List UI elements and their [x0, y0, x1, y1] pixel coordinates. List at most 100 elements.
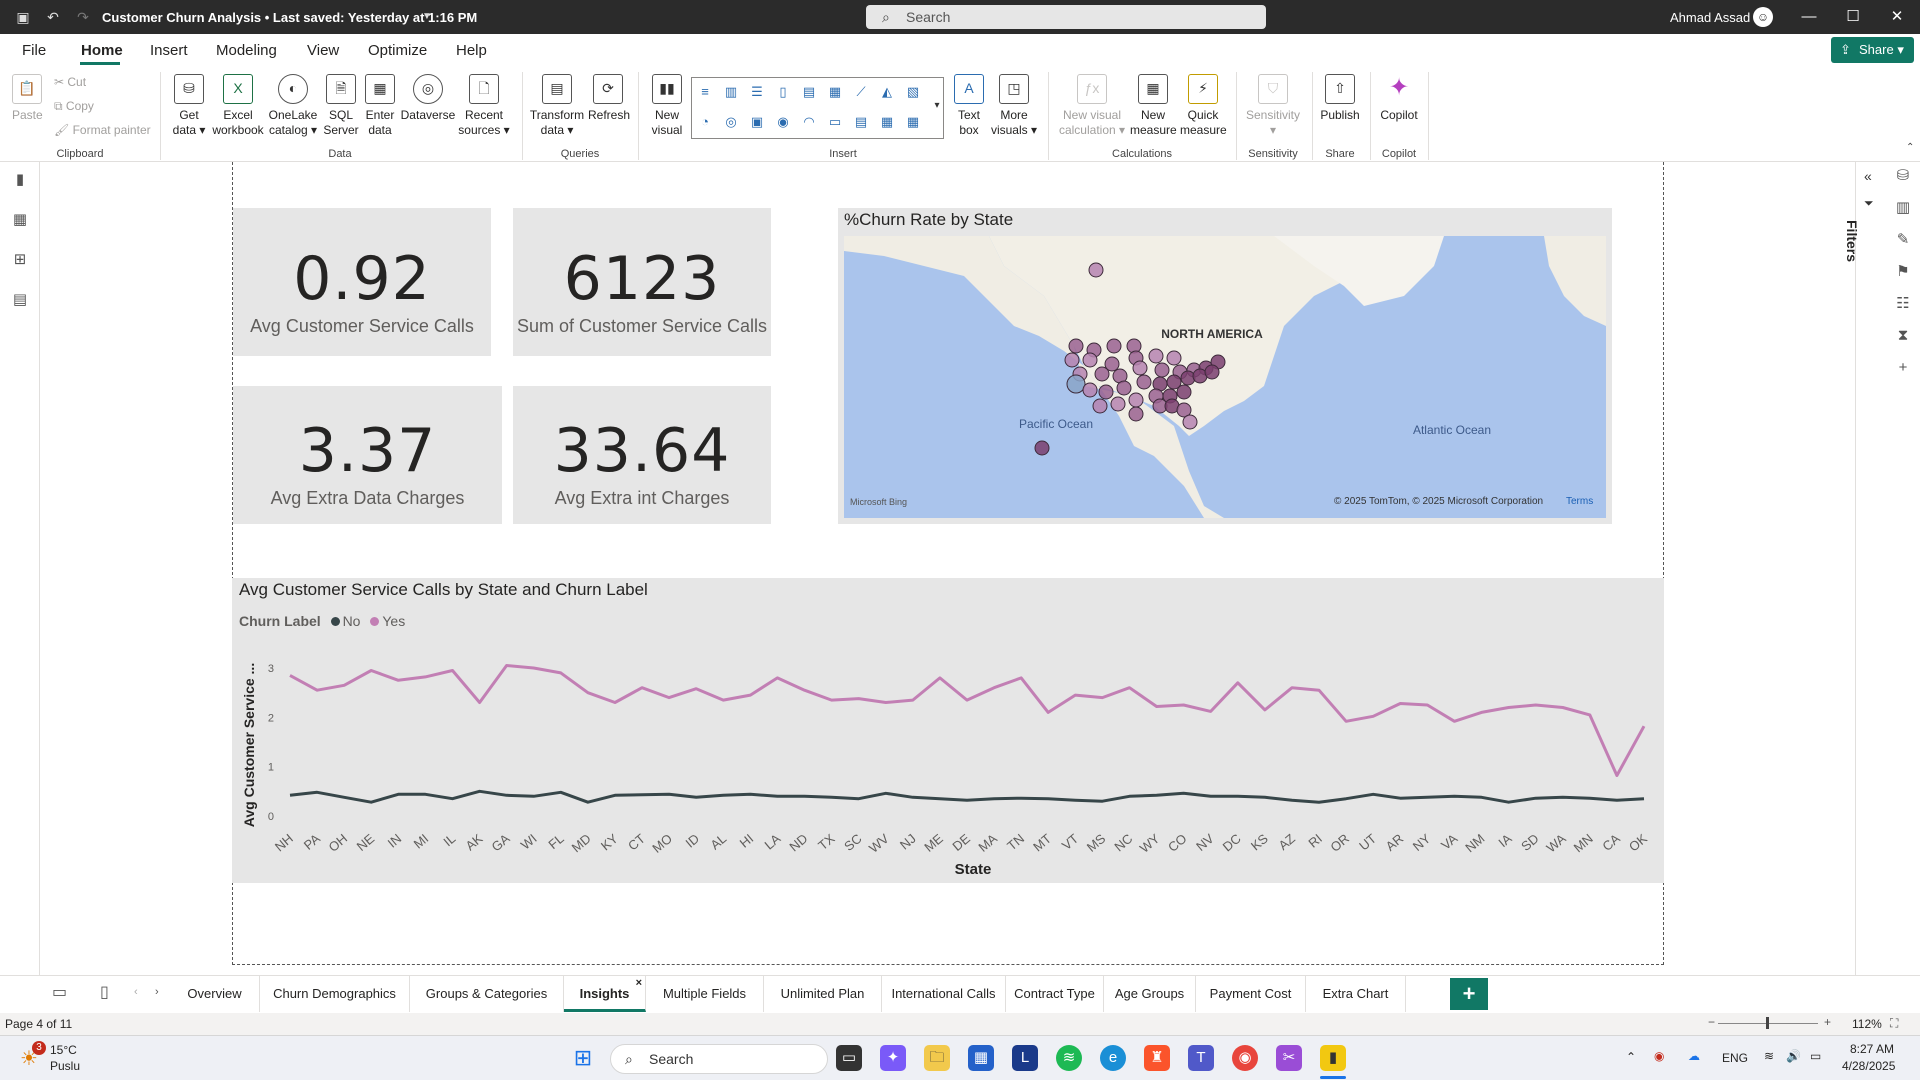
report-view-icon[interactable]: ▮ [10, 170, 30, 190]
state-bubble[interactable] [1128, 406, 1144, 422]
share-button[interactable]: ⇪ Share ▾ [1831, 37, 1914, 63]
microsoft-store-icon[interactable]: ▦ [968, 1045, 994, 1071]
state-bubble[interactable] [1092, 398, 1108, 414]
state-bubble[interactable] [1106, 338, 1122, 354]
zoom-in-icon[interactable]: + [1824, 1015, 1831, 1029]
state-bubble[interactable] [1154, 362, 1170, 378]
dax-query-view-icon[interactable]: ▤ [10, 290, 30, 310]
state-bubble[interactable] [1204, 364, 1220, 380]
vpn-icon[interactable]: ◉ [1654, 1049, 1664, 1063]
menu-tab-file[interactable]: File [22, 42, 46, 59]
table-visual-icon[interactable]: ▦ [878, 114, 896, 130]
page-tab[interactable]: Multiple Fields [646, 976, 764, 1012]
scroll-right-icon[interactable]: › [155, 986, 159, 998]
series-line-no[interactable] [289, 789, 1645, 804]
tray-overflow-icon[interactable]: ⌃ [1626, 1050, 1636, 1064]
state-bubble[interactable] [1088, 262, 1104, 278]
spotify-icon[interactable]: ≋ [1056, 1045, 1082, 1071]
state-bubble[interactable] [1116, 380, 1132, 396]
menu-tab-view[interactable]: View [307, 42, 339, 59]
format-pane-icon[interactable]: ✎ [1893, 230, 1913, 250]
new-measure-button[interactable]: ▦ New measure [1130, 74, 1177, 138]
file-explorer-icon[interactable]: 🗀 [924, 1045, 950, 1071]
menu-tab-optimize[interactable]: Optimize [368, 42, 427, 59]
line-chart-visual[interactable]: Avg Customer Service Calls by State and … [232, 578, 1664, 883]
format-painter-button[interactable]: 🖌 Format painter [54, 123, 151, 137]
expand-filters-icon[interactable]: « [1864, 168, 1872, 184]
quick-measure-button[interactable]: ⚡ Quick measure [1180, 74, 1227, 138]
state-bubble[interactable] [1082, 352, 1098, 368]
churn-map-visual[interactable]: %Churn Rate by State NORTH AMERICA Pacif… [838, 208, 1612, 524]
zoom-level[interactable]: 112% [1852, 1017, 1882, 1031]
refresh-button[interactable]: ⟳ Refresh [588, 74, 630, 123]
line-chart-icon[interactable]: ⟋ [852, 84, 870, 100]
series-line-yes[interactable] [289, 664, 1646, 777]
get-data-button[interactable]: ⛁ Get data ▾ [168, 74, 210, 138]
page-tab[interactable]: Overview [170, 976, 260, 1012]
gallery-expand-icon[interactable]: ▾ [928, 98, 946, 114]
title-dropdown-icon[interactable]: ▼ [418, 8, 436, 26]
dataverse-button[interactable]: ◎ Dataverse [400, 74, 456, 123]
more-visuals-button[interactable]: ◳ More visuals ▾ [990, 74, 1038, 138]
new-visual-button[interactable]: ▮▮ New visual [648, 74, 686, 138]
page-tab[interactable]: Churn Demographics [260, 976, 410, 1012]
user-avatar-icon[interactable]: ☺ [1753, 7, 1773, 27]
state-bubble[interactable] [1182, 414, 1198, 430]
l-app-icon[interactable]: L [1012, 1045, 1038, 1071]
copy-button[interactable]: ⧉ Copy [54, 99, 94, 114]
state-bubble[interactable] [1136, 374, 1152, 390]
ribbon-chart-icon[interactable]: ▧ [904, 84, 922, 100]
100-column-icon[interactable]: ▦ [826, 84, 844, 100]
clock-date[interactable]: 4/28/2025 [1842, 1059, 1895, 1073]
model-view-icon[interactable]: ⊞ [10, 250, 30, 270]
snipping-tool-icon[interactable]: ✂ [1276, 1045, 1302, 1071]
100-bar-icon[interactable]: ▤ [800, 84, 818, 100]
map-terms-link[interactable]: Terms [1566, 496, 1593, 507]
taskbar-search[interactable]: ⌕ Search [610, 1044, 828, 1074]
close-icon[interactable]: ✕ [1882, 6, 1912, 28]
kpi-card-avg-service-calls[interactable]: 0.92 Avg Customer Service Calls [233, 208, 491, 356]
recent-sources-button[interactable]: 🗋 Recent sources ▾ [458, 74, 510, 138]
state-bubble[interactable] [1094, 366, 1110, 382]
treemap-icon[interactable]: ▣ [748, 114, 766, 130]
collapse-ribbon-icon[interactable]: ⌃ [1906, 142, 1914, 153]
donut-chart-icon[interactable]: ◎ [722, 114, 740, 130]
sql-server-button[interactable]: 🗎 SQL Server [322, 74, 360, 138]
table-view-icon[interactable]: ▦ [10, 210, 30, 230]
page-tab[interactable]: Groups & Categories [410, 976, 564, 1012]
close-tab-icon[interactable]: × [636, 976, 642, 990]
wifi-icon[interactable]: ≋ [1764, 1049, 1774, 1063]
page-tab[interactable]: Contract Type [1006, 976, 1104, 1012]
page-tab[interactable]: Unlimited Plan [764, 976, 882, 1012]
performance-analyzer-icon[interactable]: ⧗ [1893, 326, 1913, 346]
state-bubble[interactable] [1066, 374, 1086, 394]
kpi-icon[interactable]: ▤ [852, 114, 870, 130]
kpi-card-avg-extra-int[interactable]: 33.64 Avg Extra int Charges [513, 386, 771, 524]
menu-tab-home[interactable]: Home [81, 42, 123, 59]
transform-data-button[interactable]: ▤ Transform data ▾ [528, 74, 586, 138]
map-area[interactable]: NORTH AMERICA Pacific Ocean Atlantic Oce… [844, 236, 1606, 518]
scroll-left-icon[interactable]: ‹ [134, 986, 138, 998]
clustered-bar-icon[interactable]: ☰ [748, 84, 766, 100]
selection-pane-icon[interactable]: ☷ [1893, 294, 1913, 314]
cut-button[interactable]: ✂ Cut [54, 75, 86, 89]
user-name[interactable]: Ahmad Assad [1670, 10, 1750, 25]
teams-icon[interactable]: T [1188, 1045, 1214, 1071]
page-tab[interactable]: Extra Chart [1306, 976, 1406, 1012]
card-icon[interactable]: ▭ [826, 114, 844, 130]
state-bubble[interactable] [1166, 350, 1182, 366]
copilot-app-icon[interactable]: ✦ [880, 1045, 906, 1071]
publish-button[interactable]: ⇧ Publish [1318, 74, 1362, 123]
state-bubble[interactable] [1148, 348, 1164, 364]
filters-label[interactable]: Filters [1844, 220, 1860, 262]
menu-tab-modeling[interactable]: Modeling [216, 42, 277, 59]
task-view-icon[interactable]: ▭ [836, 1045, 862, 1071]
visualizations-pane-icon[interactable]: ▥ [1893, 198, 1913, 218]
zoom-slider-thumb[interactable] [1766, 1017, 1769, 1029]
excel-workbook-button[interactable]: X Excel workbook [210, 74, 266, 138]
fit-to-page-icon[interactable]: ⛶ [1890, 1016, 1898, 1031]
battery-icon[interactable]: ▭ [1810, 1049, 1821, 1063]
state-bubble[interactable] [1034, 440, 1050, 456]
filters-pane[interactable]: « ⏷ [1855, 162, 1885, 975]
save-icon[interactable]: ▣ [14, 8, 32, 26]
